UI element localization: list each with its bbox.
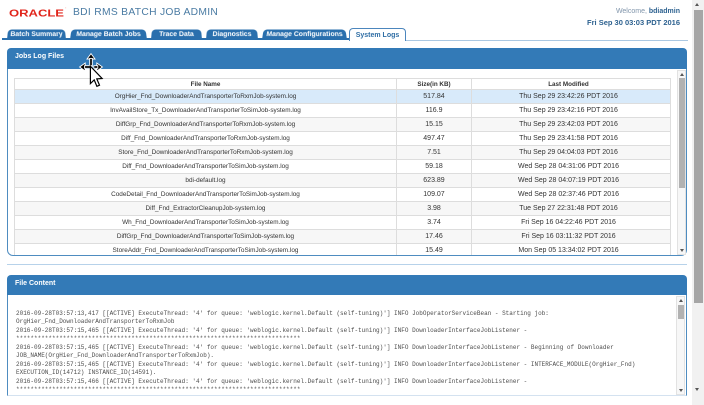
svg-text:': '	[66, 6, 67, 11]
svg-text:ORACLE: ORACLE	[9, 8, 64, 19]
